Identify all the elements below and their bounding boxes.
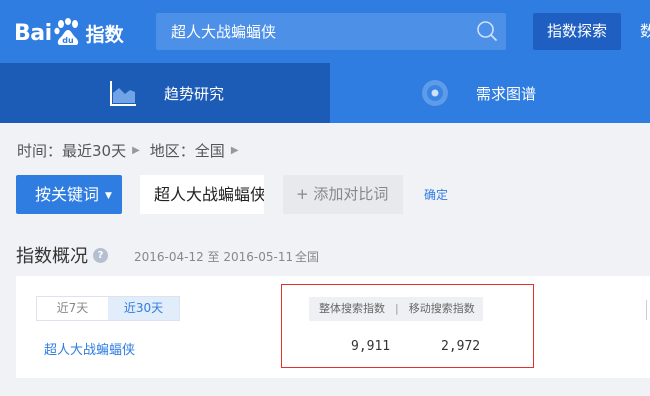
overview-date-range: 2016-04-12 至 2016-05-11 bbox=[134, 250, 294, 264]
range-toggle: 近7天 近30天 bbox=[36, 296, 180, 321]
card-edge-divider bbox=[646, 300, 650, 320]
more-button[interactable]: 数 bbox=[640, 13, 650, 50]
caret-down-icon: ▼ bbox=[105, 191, 112, 201]
explore-button[interactable]: 指数探索 bbox=[533, 13, 621, 50]
confirm-link[interactable]: 确定 bbox=[424, 186, 448, 203]
paw-icon: du bbox=[53, 18, 83, 48]
main-nav: 趋势研究 需求图谱 bbox=[0, 63, 650, 123]
demand-graph-icon bbox=[420, 78, 450, 108]
keyword-mode-dropdown[interactable]: 按关键词 ▼ bbox=[16, 175, 122, 214]
top-header: Bai du 指数 超人大战蝙蝠侠 指数探索 数 bbox=[0, 0, 650, 63]
search-icon[interactable] bbox=[476, 20, 498, 42]
tab-trend-label: 趋势研究 bbox=[164, 84, 225, 103]
range-30-days[interactable]: 近30天 bbox=[108, 297, 179, 320]
trend-chart-icon bbox=[108, 78, 138, 108]
add-compare-button[interactable]: + 添加对比词 bbox=[283, 175, 403, 214]
overview-keyword-link[interactable]: 超人大战蝙蝠侠 bbox=[44, 339, 135, 358]
keyword-input[interactable]: 超人大战蝙蝠侠 bbox=[140, 175, 264, 214]
caret-right-icon: ▶ bbox=[230, 145, 239, 156]
caret-right-icon: ▶ bbox=[132, 145, 140, 156]
time-filter[interactable]: 时间：最近30天 bbox=[17, 140, 126, 161]
search-input-value: 超人大战蝙蝠侠 bbox=[171, 23, 277, 41]
overview-region: 全国 bbox=[295, 250, 320, 264]
baidu-index-logo[interactable]: Bai du 指数 bbox=[14, 14, 124, 52]
logo-du-text: du bbox=[62, 36, 74, 45]
region-filter[interactable]: 地区：全国 bbox=[150, 140, 225, 161]
filter-bar: 时间：最近30天 ▶ 地区：全国 ▶ bbox=[17, 140, 249, 161]
keyword-mode-label: 按关键词 bbox=[35, 185, 100, 204]
logo-text: Bai bbox=[14, 20, 52, 46]
highlight-box bbox=[281, 284, 534, 368]
tab-demand-label: 需求图谱 bbox=[476, 84, 537, 103]
search-input[interactable]: 超人大战蝙蝠侠 bbox=[156, 13, 506, 50]
logo-suffix: 指数 bbox=[85, 23, 124, 46]
overview-title: 指数概况 bbox=[16, 246, 88, 267]
help-icon[interactable]: ? bbox=[93, 248, 108, 263]
tab-trend-research[interactable]: 趋势研究 bbox=[0, 63, 330, 123]
range-7-days[interactable]: 近7天 bbox=[37, 297, 108, 320]
tab-demand-graph[interactable]: 需求图谱 bbox=[330, 63, 650, 123]
